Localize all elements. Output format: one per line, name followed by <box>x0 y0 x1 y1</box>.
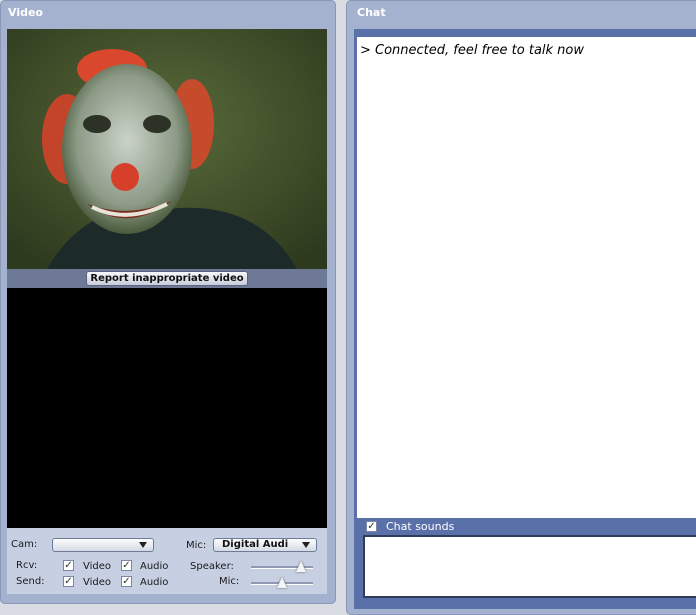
cam-label: Cam: <box>11 539 38 550</box>
mic-volume-label: Mic: <box>219 576 240 587</box>
send-video-checkbox[interactable]: ✓ <box>63 576 74 587</box>
checkmark-icon: ✓ <box>64 576 73 587</box>
rcv-label: Rcv: <box>16 560 38 571</box>
cam-select[interactable] <box>52 538 154 552</box>
chevron-down-icon <box>139 542 147 548</box>
mic-volume-slider[interactable] <box>251 577 313 589</box>
report-bar: Report inappropriate video <box>7 269 327 288</box>
checkmark-icon: ✓ <box>64 560 73 571</box>
speaker-label: Speaker: <box>190 561 234 572</box>
chat-message: > Connected, feel free to talk now <box>360 43 585 58</box>
chevron-down-icon <box>302 542 310 548</box>
send-audio-label: Audio <box>140 577 169 588</box>
checkmark-icon: ✓ <box>122 576 131 587</box>
self-video <box>7 288 327 528</box>
chat-input[interactable] <box>363 535 696 598</box>
mic-select[interactable]: Digital Audi <box>213 538 317 552</box>
checkmark-icon: ✓ <box>367 521 376 532</box>
checkmark-icon: ✓ <box>122 560 131 571</box>
mic-volume-slider-thumb[interactable] <box>277 577 287 588</box>
chat-sounds-checkbox[interactable]: ✓ <box>366 521 377 532</box>
rcv-audio-label: Audio <box>140 561 169 572</box>
video-panel: Video Report inappropriate video Cam: Mi… <box>0 0 336 604</box>
remote-video-frame <box>7 29 327 269</box>
rcv-video-checkbox[interactable]: ✓ <box>63 560 74 571</box>
remote-video <box>7 29 327 269</box>
mic-label: Mic: <box>186 540 207 551</box>
chat-panel: Chat > Connected, feel free to talk now … <box>346 0 696 615</box>
send-label: Send: <box>16 576 45 587</box>
chat-log: > Connected, feel free to talk now <box>357 37 696 518</box>
av-controls: Cam: Mic: Digital Audi Rcv: ✓ Video ✓ Au… <box>7 528 327 594</box>
rcv-video-label: Video <box>83 561 112 572</box>
report-video-button[interactable]: Report inappropriate video <box>86 271 248 286</box>
speaker-slider[interactable] <box>251 561 313 573</box>
rcv-audio-checkbox[interactable]: ✓ <box>121 560 132 571</box>
send-audio-checkbox[interactable]: ✓ <box>121 576 132 587</box>
send-video-label: Video <box>83 577 112 588</box>
chat-sounds-label: Chat sounds <box>386 520 455 533</box>
mic-select-value: Digital Audi <box>222 539 289 550</box>
chat-panel-title: Chat <box>357 6 386 19</box>
chat-sounds-bar: ✓ Chat sounds <box>357 518 696 535</box>
video-panel-title: Video <box>8 6 43 19</box>
speaker-slider-thumb[interactable] <box>295 561 306 572</box>
